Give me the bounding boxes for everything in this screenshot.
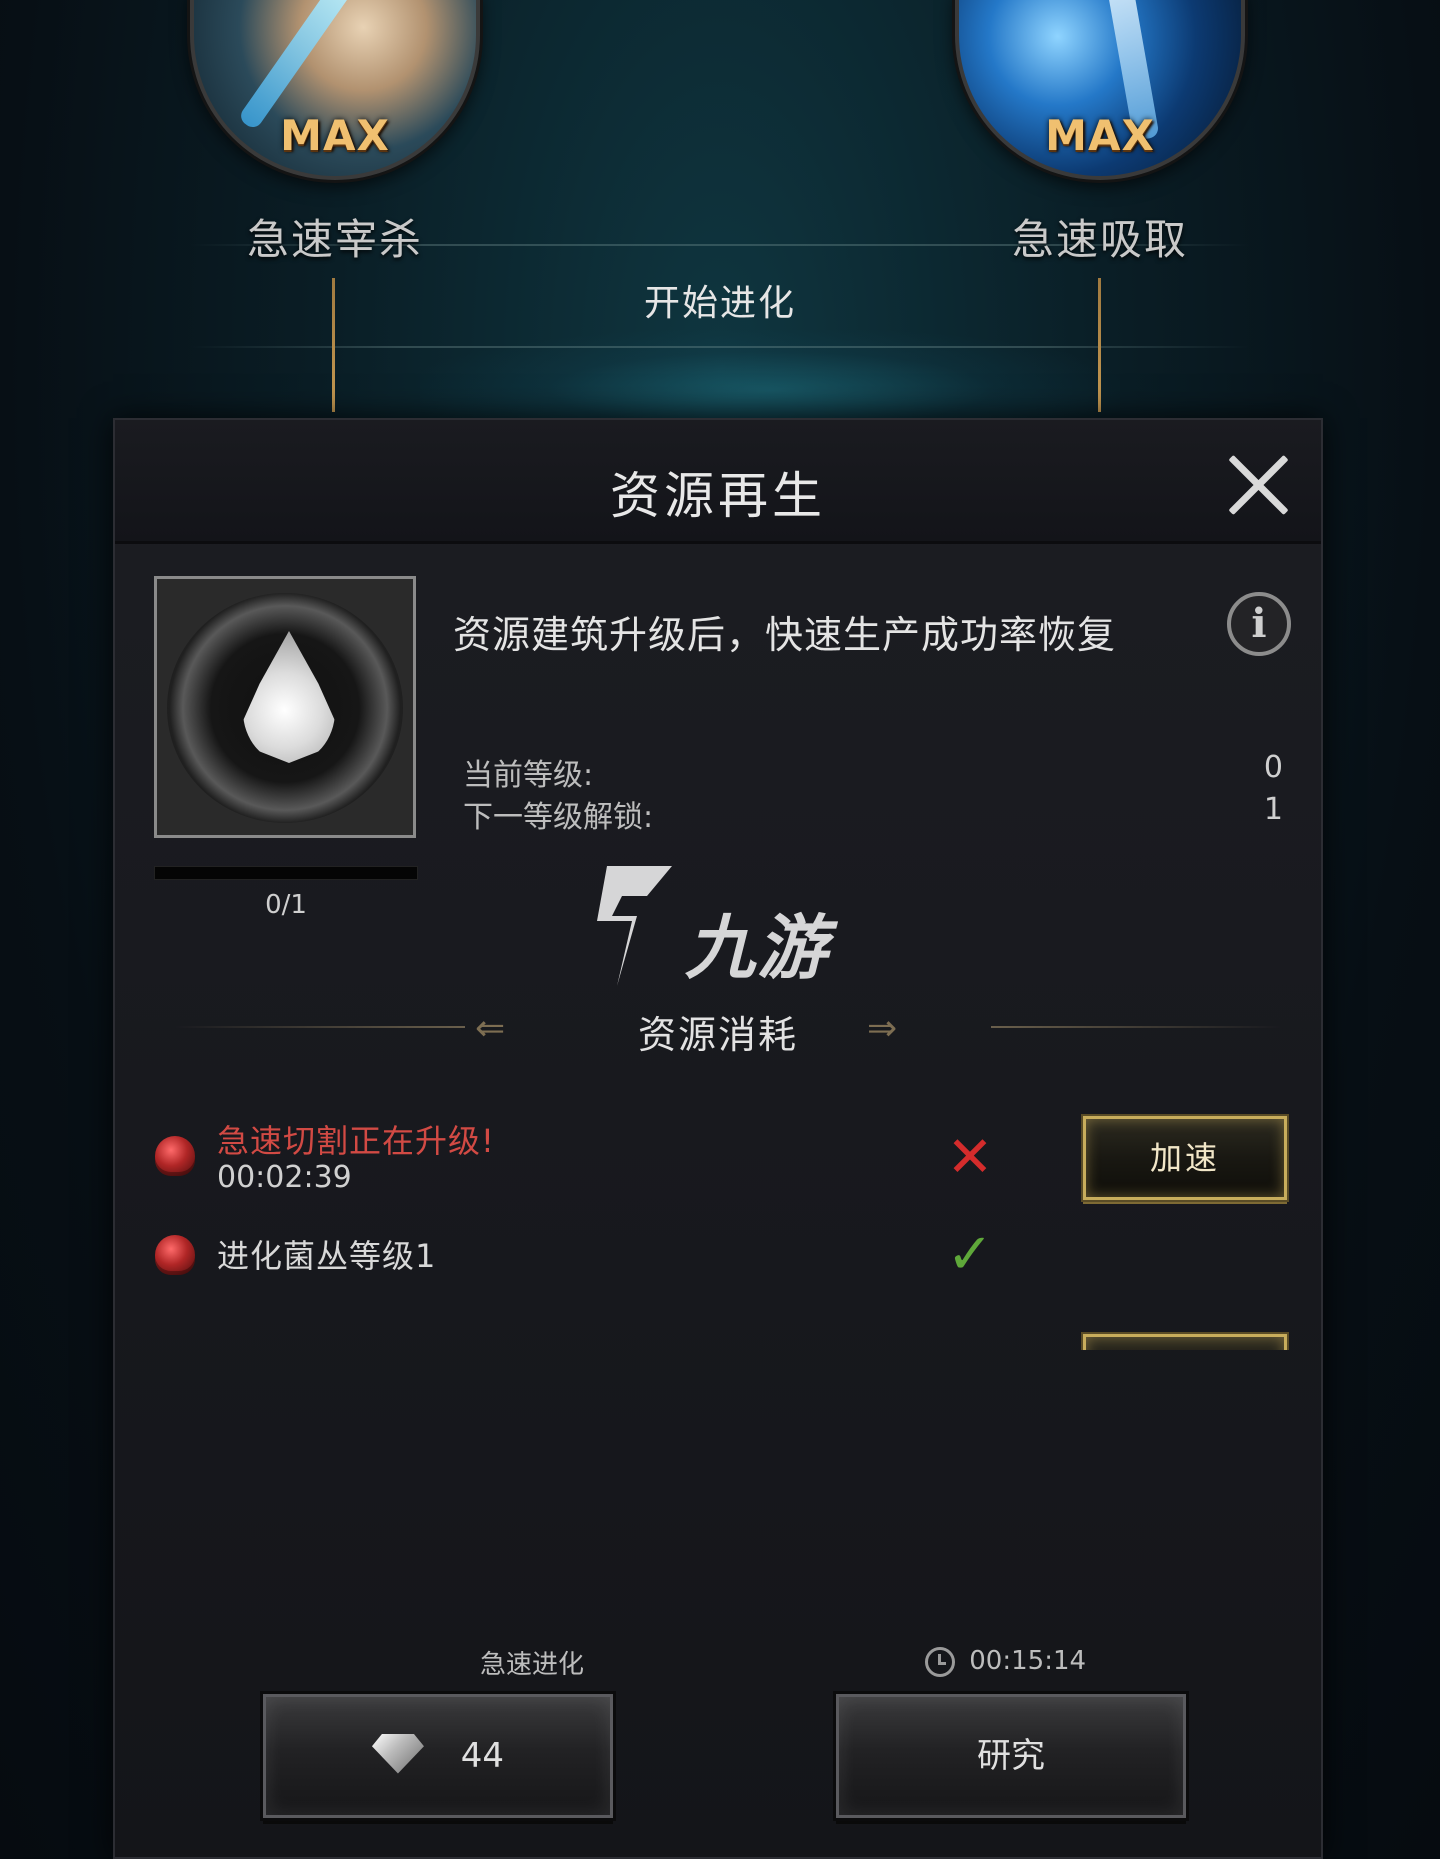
next-unlock-row: 下一等级解锁: 1: [463, 792, 1283, 836]
requirement-row: 急速切割正在升级! 00:02:39 ✕ 加速: [115, 1110, 1321, 1210]
rush-cost: 44: [460, 1736, 505, 1776]
tree-branch: [1098, 278, 1101, 412]
nine-game-logo-icon: [597, 866, 672, 986]
cross-icon: ✕: [940, 1340, 1000, 1351]
fungus-icon: [155, 1235, 195, 1275]
watermark-logo: 九游: [577, 856, 877, 996]
progress-text: 0/1: [265, 890, 307, 920]
current-level-label: 当前等级:: [463, 758, 594, 793]
fungus-icon: [155, 1136, 195, 1176]
arrow-right-ornament-icon: ⇒: [867, 1008, 898, 1049]
check-icon: ✓: [946, 1222, 994, 1287]
info-icon[interactable]: i: [1227, 592, 1291, 656]
cross-icon: ✕: [946, 1125, 994, 1190]
water-drops-icon: MAX: [955, 0, 1245, 180]
requirements-list[interactable]: 急速切割正在升级!00:02:39✕加速进化菌丛等级1✓⚕需要进化：急速挖掘 L…: [115, 1090, 1321, 1350]
dialog-header: 资源再生: [115, 420, 1321, 544]
section-divider: [991, 1026, 1281, 1028]
next-unlock-value: 1: [1263, 792, 1283, 827]
rush-evolve-button[interactable]: 44: [260, 1691, 616, 1821]
research-requirement-button[interactable]: 研究: [1081, 1332, 1289, 1350]
tree-connector: [190, 346, 1250, 348]
fish-creature-icon: MAX: [190, 0, 480, 180]
clock-icon: [925, 1646, 955, 1677]
close-icon[interactable]: [1223, 450, 1293, 520]
speedup-button[interactable]: 加速: [1081, 1114, 1289, 1202]
max-badge: MAX: [280, 111, 390, 160]
watermark-text: 九游: [685, 907, 829, 989]
resource-regen-dialog: 资源再生 0/1 资源建筑升级后，快速生产成功率恢复 i 当前等级: 0 下一等…: [113, 418, 1323, 1859]
next-unlock-label: 下一等级解锁:: [463, 800, 654, 835]
requirement-text: 进化菌丛等级1: [217, 1237, 437, 1275]
requirement-text: 需要进化：急速挖掘 Lv1: [217, 1346, 585, 1350]
current-level-value: 0: [1263, 750, 1283, 785]
research-button[interactable]: 研究: [833, 1691, 1189, 1821]
diamond-icon: [371, 1733, 424, 1774]
skill-name: 急速宰杀: [246, 215, 423, 264]
requirement-timer: 00:02:39: [217, 1160, 352, 1195]
current-level-row: 当前等级: 0: [463, 750, 1283, 794]
timer-text: 00:15:14: [969, 1646, 1087, 1676]
requirement-text: 急速切割正在升级!: [217, 1122, 495, 1160]
research-timer: 00:15:14: [925, 1646, 1086, 1677]
skill-image: [154, 576, 416, 838]
skill-progress-bar: [154, 866, 418, 880]
skill-node-rapid-slaughter[interactable]: MAX 急速宰杀: [190, 0, 480, 267]
start-evolution-label: 开始进化: [643, 283, 796, 324]
max-badge: MAX: [1045, 111, 1155, 160]
tree-branch: [332, 278, 335, 412]
skill-name: 急速吸取: [1011, 215, 1188, 264]
rush-evolution-label: 急速进化: [479, 1650, 584, 1680]
section-title: 资源消耗: [637, 1013, 798, 1057]
skill-node-rapid-absorb[interactable]: MAX 急速吸取: [955, 0, 1245, 267]
requirement-row: ⚕需要进化：急速挖掘 Lv1✕研究: [115, 1332, 1321, 1351]
requirement-row: 进化菌丛等级1 ✓: [115, 1225, 1321, 1325]
skill-description: 资源建筑升级后，快速生产成功率恢复: [453, 613, 1117, 657]
dialog-title: 资源再生: [610, 467, 826, 525]
